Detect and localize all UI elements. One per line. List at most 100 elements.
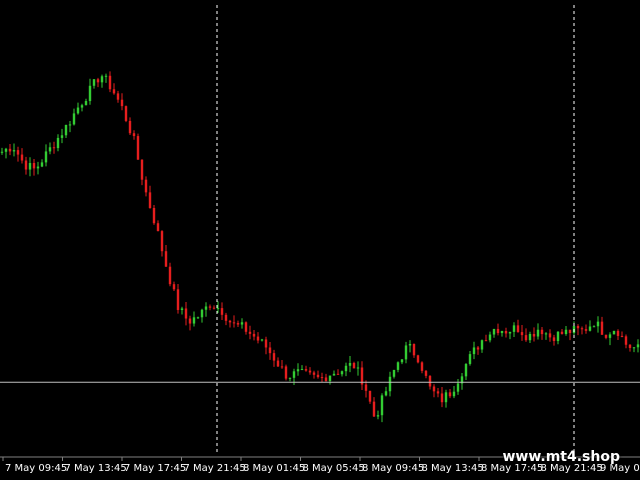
bear-candle: [232, 322, 236, 324]
bull-candle: [36, 166, 40, 169]
bear-candle: [624, 336, 628, 345]
bull-candle: [64, 124, 68, 136]
bear-candle: [228, 320, 232, 323]
bear-candle: [116, 93, 120, 100]
bear-candle: [256, 336, 260, 341]
bear-candle: [164, 251, 168, 267]
bull-candle: [592, 326, 596, 328]
bear-candle: [440, 393, 444, 403]
bull-candle: [588, 326, 592, 331]
bull-candle: [216, 308, 220, 310]
bull-candle: [328, 375, 332, 382]
bear-candle: [600, 321, 604, 335]
bear-candle: [628, 344, 632, 348]
bull-candle: [396, 362, 400, 370]
bear-candle: [304, 369, 308, 371]
bear-candle: [420, 362, 424, 371]
bear-candle: [364, 384, 368, 391]
bear-candle: [432, 386, 436, 392]
x-tick-label: 7 May 21:45: [184, 463, 246, 474]
bear-candle: [156, 223, 160, 232]
bull-candle: [392, 369, 396, 377]
bull-candle: [508, 331, 512, 334]
bull-candle: [488, 334, 492, 341]
bear-candle: [220, 308, 224, 315]
bear-candle: [424, 370, 428, 376]
bear-candle: [140, 159, 144, 180]
bull-candle: [28, 163, 32, 170]
bull-candle: [632, 347, 636, 349]
x-tick-label: 7 May 17:45: [124, 463, 186, 474]
bull-candle: [444, 392, 448, 403]
bull-candle: [608, 334, 612, 338]
bull-candle: [56, 137, 60, 149]
bear-candle: [412, 343, 416, 356]
bull-candle: [40, 162, 44, 167]
bear-candle: [176, 289, 180, 310]
bull-candle: [0, 151, 4, 153]
bear-candle: [280, 366, 284, 368]
markers-layer: [0, 5, 640, 455]
bear-candle: [504, 330, 508, 334]
x-tick-label: 8 May 13:45: [422, 463, 484, 474]
candles-layer: [0, 71, 640, 423]
bull-candle: [388, 376, 392, 392]
bear-candle: [516, 325, 520, 333]
bear-candle: [172, 284, 176, 290]
bear-candle: [208, 306, 212, 308]
bull-candle: [380, 395, 384, 416]
bear-candle: [576, 325, 580, 329]
bear-candle: [124, 106, 128, 121]
bull-candle: [68, 124, 72, 126]
bull-candle: [88, 85, 92, 102]
bull-candle: [596, 321, 600, 327]
bull-candle: [376, 415, 380, 417]
bear-candle: [336, 373, 340, 375]
bear-candle: [604, 334, 608, 338]
bear-candle: [252, 333, 256, 337]
bear-candle: [168, 266, 172, 285]
bull-candle: [240, 322, 244, 325]
bull-candle: [556, 331, 560, 342]
bull-candle: [340, 371, 344, 375]
bull-candle: [72, 113, 76, 125]
bear-candle: [128, 120, 132, 134]
bear-candle: [236, 323, 240, 325]
bear-candle: [616, 330, 620, 336]
bull-candle: [528, 333, 532, 341]
bear-candle: [264, 339, 268, 348]
bull-candle: [4, 148, 8, 152]
bull-candle: [92, 79, 96, 86]
bear-candle: [496, 328, 500, 334]
x-tick-label: 7 May 13:45: [65, 463, 127, 474]
bull-candle: [456, 383, 460, 392]
bear-candle: [212, 307, 216, 309]
bear-candle: [188, 318, 192, 324]
bear-candle: [552, 337, 556, 342]
bull-candle: [100, 76, 104, 83]
bear-candle: [320, 377, 324, 379]
bull-candle: [404, 345, 408, 360]
x-tick-label: 7 May 09:45: [5, 463, 67, 474]
bear-candle: [436, 391, 440, 394]
bull-candle: [60, 135, 64, 138]
candlestick-chart: 7 May 09:457 May 13:457 May 17:457 May 2…: [0, 5, 640, 474]
bear-candle: [24, 160, 28, 170]
bull-candle: [76, 107, 80, 114]
bull-candle: [408, 343, 412, 346]
bear-candle: [32, 163, 36, 169]
bear-candle: [120, 99, 124, 107]
bear-candle: [152, 208, 156, 224]
bear-candle: [184, 308, 188, 319]
bear-candle: [540, 329, 544, 335]
bull-candle: [480, 340, 484, 350]
bull-candle: [192, 317, 196, 324]
bear-candle: [132, 133, 136, 137]
bull-candle: [500, 330, 504, 334]
bear-candle: [416, 355, 420, 363]
x-tick-label: 8 May 09:45: [362, 463, 424, 474]
bear-candle: [272, 353, 276, 361]
bear-candle: [484, 340, 488, 342]
bear-candle: [248, 331, 252, 334]
bear-candle: [312, 372, 316, 375]
